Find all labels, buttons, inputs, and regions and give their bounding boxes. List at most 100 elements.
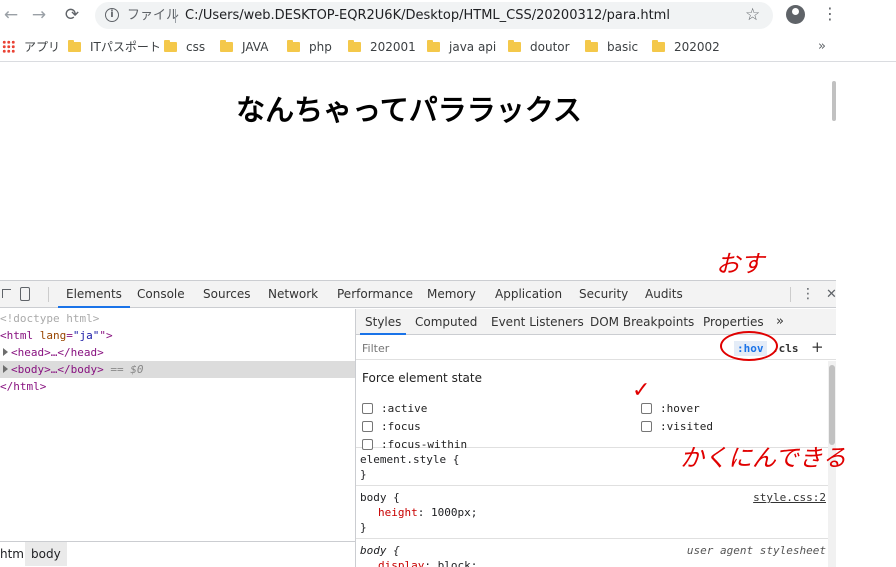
folder-icon xyxy=(585,40,598,52)
tab-memory[interactable]: Memory xyxy=(427,281,476,308)
style-rule-user-agent: body { user agent stylesheet display: bl… xyxy=(356,540,828,567)
checkbox[interactable] xyxy=(362,421,373,432)
html-close-tag: </html> xyxy=(0,380,47,393)
reload-icon[interactable]: ⟳ xyxy=(61,4,83,26)
pseudo-state-active[interactable]: :active xyxy=(362,401,427,417)
selected-node-marker: == $0 xyxy=(110,363,144,376)
styles-filter-input[interactable] xyxy=(358,338,716,358)
bookmark-label: JAVA xyxy=(242,40,269,54)
url-text[interactable]: C:/Users/web.DESKTOP-EQR2U6K/Desktop/HTM… xyxy=(185,2,670,29)
styles-overflow-icon[interactable]: » xyxy=(776,309,784,335)
devtools-menu-icon[interactable]: ⋮ xyxy=(801,281,815,308)
tab-console[interactable]: Console xyxy=(137,281,185,308)
checkbox[interactable] xyxy=(362,403,373,414)
folder-icon xyxy=(508,40,521,52)
equals-sign: = xyxy=(66,329,73,342)
bookmark-apps[interactable]: アプリ xyxy=(2,32,60,62)
bookmark-item[interactable]: 202001 xyxy=(348,32,416,62)
body-tag: <body>…</body> xyxy=(11,363,104,376)
force-element-state: Force element state :active :focus :focu… xyxy=(356,361,836,451)
bookmark-item[interactable]: ITパスポート xyxy=(68,32,161,62)
bookmark-item[interactable]: css xyxy=(164,32,205,62)
dom-node-html[interactable]: <html lang="ja""> xyxy=(0,327,355,344)
rule-selector[interactable]: body { xyxy=(360,490,400,505)
breadcrumb-body[interactable]: body xyxy=(25,542,67,566)
bookmark-item[interactable]: 202002 xyxy=(652,32,720,62)
bookmark-item[interactable]: php xyxy=(287,32,332,62)
inspect-element-icon[interactable] xyxy=(2,289,11,298)
close-icon[interactable]: ✕ xyxy=(826,281,837,308)
tab-application[interactable]: Application xyxy=(495,281,562,308)
pseudo-state-focus[interactable]: :focus xyxy=(362,419,421,435)
rule-close: } xyxy=(360,521,367,534)
apps-grid-icon xyxy=(2,40,15,53)
pseudo-state-hover[interactable]: :hover xyxy=(641,401,700,417)
devtools-panel: Elements Console Sources Network Perform… xyxy=(0,280,837,567)
tab-event-listeners[interactable]: Event Listeners xyxy=(491,309,584,335)
tab-computed[interactable]: Computed xyxy=(415,309,477,335)
tab-sources[interactable]: Sources xyxy=(203,281,250,308)
page-viewport: なんちゃってパララックス xyxy=(0,63,836,280)
folder-icon xyxy=(287,40,300,52)
dom-node-body[interactable]: <body>…</body> == $0 xyxy=(0,361,355,378)
tab-dom-breakpoints[interactable]: DOM Breakpoints xyxy=(590,309,694,335)
back-arrow-icon[interactable]: ← xyxy=(0,4,22,26)
tab-styles[interactable]: Styles xyxy=(360,309,407,335)
bookmark-item[interactable]: doutor xyxy=(508,32,570,62)
page-title: なんちゃってパララックス xyxy=(236,93,582,127)
browser-menu-icon[interactable]: ⋮ xyxy=(822,3,838,25)
checkbox[interactable] xyxy=(641,421,652,432)
doctype-text: <!doctype html> xyxy=(0,312,100,325)
folder-icon xyxy=(220,40,233,52)
css-property: display xyxy=(378,559,425,567)
tab-elements[interactable]: Elements xyxy=(58,281,130,308)
bookmark-apps-label: アプリ xyxy=(24,40,61,54)
bookmarks-bar: アプリ ITパスポート css JAVA php 202001 java api… xyxy=(0,32,896,62)
rule-source-link[interactable]: style.css:2 xyxy=(753,490,826,505)
expand-triangle-icon[interactable] xyxy=(3,365,8,373)
tab-audits[interactable]: Audits xyxy=(645,281,683,308)
account-avatar-icon[interactable] xyxy=(786,5,805,24)
info-icon[interactable]: i xyxy=(105,8,119,22)
css-value: block; xyxy=(437,559,478,567)
annotation-confirm-text: かくにんできる xyxy=(680,444,847,472)
html-attr-name: lang xyxy=(39,329,67,342)
folder-icon xyxy=(68,40,81,52)
address-bar[interactable]: i ファイル C:/Users/web.DESKTOP-EQR2U6K/Desk… xyxy=(95,2,773,29)
device-toolbar-icon[interactable] xyxy=(20,287,30,301)
rule-declaration[interactable]: height: 1000px; xyxy=(378,505,477,520)
tab-network[interactable]: Network xyxy=(268,281,318,308)
css-property: height xyxy=(378,506,418,519)
omnibox-separator xyxy=(175,9,176,23)
pseudo-state-visited[interactable]: :visited xyxy=(641,419,713,435)
expand-triangle-icon[interactable] xyxy=(3,348,8,356)
html-tag-end: "> xyxy=(99,329,113,342)
bookmark-item[interactable]: JAVA xyxy=(220,32,268,62)
page-scrollbar[interactable] xyxy=(832,81,836,121)
new-style-rule-button[interactable]: + xyxy=(811,338,824,357)
html-tag: <html xyxy=(0,329,34,342)
bookmark-star-icon[interactable]: ☆ xyxy=(745,4,760,26)
rule-declaration: display: block; xyxy=(378,558,477,567)
forward-arrow-icon[interactable]: → xyxy=(28,4,50,26)
head-tag: <head>…</head> xyxy=(11,346,104,359)
dom-node-html-close[interactable]: </html> xyxy=(0,378,355,395)
force-state-title: Force element state xyxy=(362,371,482,385)
annotation-checkmark: ✓ xyxy=(632,378,651,403)
bookmark-label: 202001 xyxy=(370,40,416,54)
styles-tabbar: Styles Computed Event Listeners DOM Brea… xyxy=(356,309,836,335)
bookmark-item[interactable]: basic xyxy=(585,32,638,62)
bookmark-item[interactable]: java api xyxy=(427,32,496,62)
rule-close: } xyxy=(360,468,367,481)
bookmark-label: css xyxy=(186,40,206,54)
rule-selector[interactable]: element.style { xyxy=(360,452,459,467)
style-rule-body: body { style.css:2 height: 1000px; } xyxy=(356,487,828,539)
folder-icon xyxy=(427,40,440,52)
checkbox[interactable] xyxy=(641,403,652,414)
dom-node-head[interactable]: <head>…</head> xyxy=(0,344,355,361)
bookmarks-overflow-icon[interactable]: » xyxy=(818,32,826,62)
dom-node-doctype[interactable]: <!doctype html> xyxy=(0,310,355,327)
tab-security[interactable]: Security xyxy=(579,281,628,308)
tab-performance[interactable]: Performance xyxy=(337,281,413,308)
pseudo-state-label: :hover xyxy=(660,402,700,415)
